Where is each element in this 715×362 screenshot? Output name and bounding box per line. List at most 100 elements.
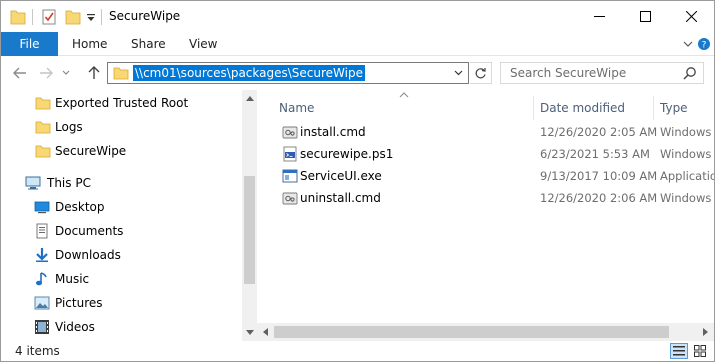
large-icons-view-icon — [694, 345, 706, 357]
nav-item-label: This PC — [47, 176, 91, 190]
details-view-icon — [673, 346, 685, 356]
folder-icon — [35, 121, 51, 134]
column-header-date-modified[interactable]: Date modified — [534, 96, 653, 120]
forward-button[interactable] — [35, 61, 57, 85]
nav-item-label: Pictures — [55, 296, 103, 310]
pc-icon — [25, 176, 41, 190]
nav-item-label: Desktop — [55, 200, 105, 214]
file-type: Windows C — [660, 191, 714, 205]
nav-item-label: SecureWipe — [55, 144, 127, 158]
back-button[interactable] — [9, 61, 31, 85]
nav-item-label: Exported Trusted Root — [55, 96, 189, 110]
nav-item-exported-trusted-root[interactable]: Exported Trusted Root — [1, 91, 241, 115]
music-icon — [36, 272, 47, 286]
file-row[interactable]: uninstall.cmd 12/26/2020 2:06 AM Windows… — [273, 187, 714, 209]
item-count: 4 items — [15, 344, 60, 358]
horizontal-scroll-thumb[interactable] — [274, 326, 669, 338]
file-name: uninstall.cmd — [300, 191, 381, 205]
folder-icon — [113, 67, 129, 80]
up-button[interactable] — [83, 61, 105, 85]
downloads-icon — [36, 248, 48, 262]
tab-file[interactable]: File — [1, 32, 58, 56]
close-button[interactable] — [668, 1, 714, 32]
file-name: ServiceUI.exe — [300, 169, 382, 183]
address-bar[interactable]: \\cm01\sources\packages\SecureWipe — [107, 62, 469, 84]
refresh-button[interactable] — [470, 62, 492, 84]
close-icon — [685, 11, 697, 22]
properties-icon[interactable] — [41, 8, 57, 26]
recent-locations-button[interactable] — [59, 61, 73, 85]
file-name: securewipe.ps1 — [300, 147, 394, 161]
search-box[interactable]: Search SecureWipe — [500, 62, 704, 84]
search-input[interactable]: Search SecureWipe — [510, 66, 626, 80]
chevron-left-icon — [263, 328, 268, 336]
nav-item-documents[interactable]: Documents — [1, 219, 241, 243]
details-view-button[interactable] — [670, 343, 688, 359]
expand-ribbon-button[interactable] — [681, 32, 695, 56]
folder-icon — [35, 145, 51, 158]
column-header-name[interactable]: Name — [273, 96, 533, 120]
nav-item-pictures[interactable]: Pictures — [1, 291, 241, 315]
nav-item-label: Documents — [55, 224, 124, 238]
chevron-down-icon — [683, 41, 693, 47]
folder-icon — [10, 10, 26, 25]
desktop-icon — [34, 201, 50, 214]
nav-item-music[interactable]: Music — [1, 267, 241, 291]
exe-file-icon — [282, 169, 298, 183]
chevron-up-icon — [245, 96, 254, 101]
file-type: Windows C — [660, 125, 714, 139]
scroll-right-button[interactable] — [697, 323, 714, 341]
refresh-icon — [475, 67, 486, 78]
maximize-button[interactable] — [622, 1, 668, 32]
address-path[interactable]: \\cm01\sources\packages\SecureWipe — [133, 65, 365, 81]
customize-quick-access-icon[interactable] — [86, 8, 96, 26]
address-dropdown-button[interactable] — [450, 64, 466, 82]
nav-item-downloads[interactable]: Downloads — [1, 243, 241, 267]
cmd-file-icon — [282, 126, 298, 139]
nav-item-desktop[interactable]: Desktop — [1, 195, 241, 219]
file-row[interactable]: install.cmd 12/26/2020 2:05 AM Windows C — [273, 121, 714, 143]
minimize-button[interactable] — [576, 1, 622, 32]
file-row[interactable]: ServiceUI.exe 9/13/2017 10:09 AM Applica… — [273, 165, 714, 187]
nav-item-label: Logs — [55, 120, 83, 134]
nav-item-videos[interactable]: Videos — [1, 315, 241, 339]
scroll-up-button[interactable] — [242, 90, 257, 107]
title-separator — [32, 9, 33, 25]
title-separator — [101, 9, 102, 25]
file-date-modified: 12/26/2020 2:06 AM — [540, 191, 658, 205]
file-date-modified: 6/23/2021 5:53 AM — [540, 147, 650, 161]
search-icon[interactable] — [683, 66, 697, 80]
svg-text:?: ? — [702, 41, 707, 51]
nav-item-logs[interactable]: Logs — [1, 115, 241, 139]
scroll-left-button[interactable] — [257, 323, 274, 341]
nav-item-securewipe[interactable]: SecureWipe — [1, 139, 241, 163]
navigation-pane: Exported Trusted Root Logs SecureWipe Th… — [1, 90, 257, 341]
pictures-icon — [34, 296, 50, 310]
file-date-modified: 9/13/2017 10:09 AM — [540, 169, 658, 183]
file-date-modified: 12/26/2020 2:05 AM — [540, 125, 658, 139]
tab-share[interactable]: Share — [131, 32, 166, 56]
minimize-icon — [593, 16, 605, 17]
chevron-down-icon — [454, 70, 462, 76]
column-header-type[interactable]: Type — [654, 96, 714, 120]
nav-scroll-thumb[interactable] — [244, 176, 255, 284]
file-name: install.cmd — [300, 125, 366, 139]
file-list-pane: Name Date modified Type install.cmd 12/2… — [257, 90, 714, 341]
help-button[interactable]: ? — [697, 32, 711, 56]
nav-scrollbar[interactable] — [242, 90, 257, 341]
nav-item-label: Downloads — [55, 248, 121, 262]
chevron-down-icon — [62, 70, 70, 75]
scroll-down-button[interactable] — [242, 324, 257, 341]
large-icons-view-button[interactable] — [691, 343, 709, 359]
nav-item-this-pc[interactable]: This PC — [1, 171, 241, 195]
tab-view[interactable]: View — [189, 32, 217, 56]
chevron-down-icon — [245, 330, 254, 335]
arrow-up-icon — [88, 66, 100, 79]
new-folder-icon[interactable] — [65, 8, 81, 26]
explorer-window: SecureWipe File Home Share View ? \\cm01… — [0, 0, 715, 362]
ribbon-tabs: File Home Share View ? — [1, 32, 714, 56]
tab-home[interactable]: Home — [72, 32, 107, 56]
horizontal-scrollbar[interactable] — [257, 323, 714, 341]
nav-item-label: Videos — [55, 320, 95, 334]
file-row[interactable]: securewipe.ps1 6/23/2021 5:53 AM Windows… — [273, 143, 714, 165]
